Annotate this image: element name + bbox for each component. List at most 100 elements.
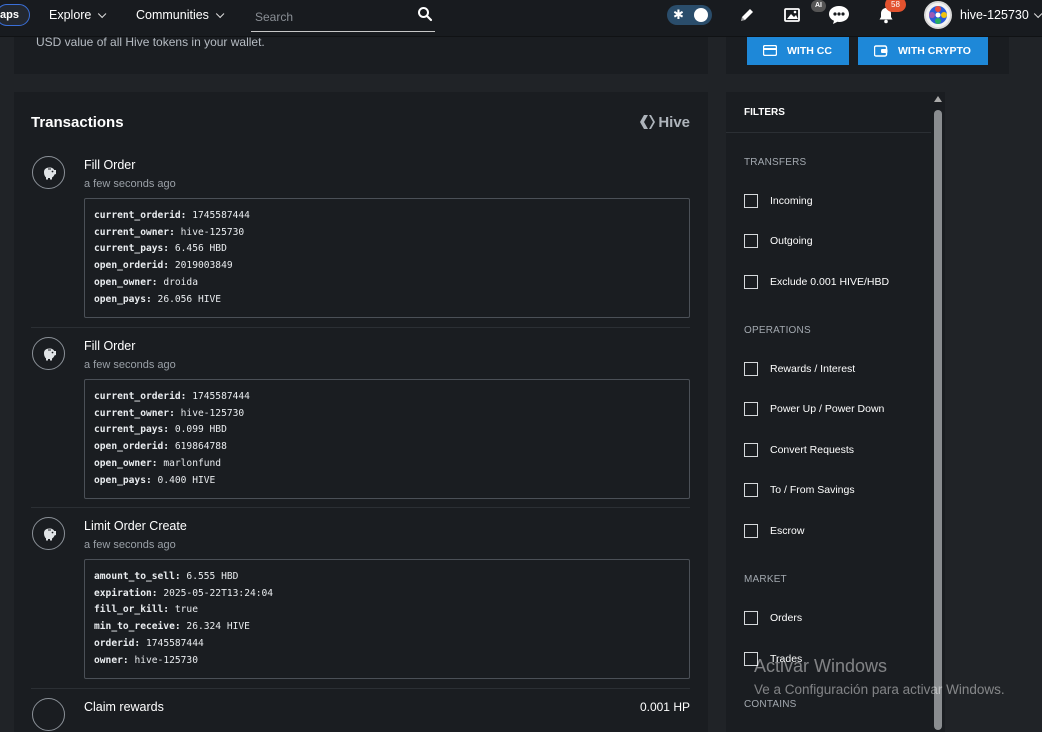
filter-label: Outgoing — [770, 235, 813, 247]
detail-key: amount_to_sell: — [94, 571, 181, 582]
chevron-down-icon — [98, 9, 107, 19]
filters-header: FILTERS — [726, 92, 931, 133]
detail-row: open_orderid: 619864788 — [94, 439, 680, 456]
filter-incoming[interactable]: Incoming — [744, 193, 924, 209]
balance-description: USD value of all Hive tokens in your wal… — [36, 35, 265, 49]
detail-value: 1745587444 — [192, 391, 250, 402]
chain-name: Hive — [658, 114, 690, 131]
transaction-time: a few seconds ago — [84, 178, 176, 190]
scrollbar-thumb[interactable] — [934, 110, 942, 730]
detail-key: current_orderid: — [94, 391, 187, 402]
username-label: hive-125730 — [960, 8, 1029, 22]
detail-value: hive-125730 — [180, 226, 245, 238]
scrollbar[interactable] — [931, 92, 945, 732]
transactions-title: Transactions — [31, 114, 124, 131]
checkbox[interactable] — [744, 483, 758, 497]
detail-key: orderid: — [94, 637, 141, 649]
detail-row: current_pays: 0.099 HBD — [94, 422, 680, 439]
windows-watermark-title: Activar Windows — [754, 656, 888, 676]
detail-value: 6.456 HBD — [174, 243, 227, 255]
filter-outgoing[interactable]: Outgoing — [744, 233, 924, 249]
avatar-image — [926, 3, 950, 27]
detail-key: current_pays: — [94, 243, 170, 255]
detail-key: current_pays: — [94, 424, 170, 436]
credit-card-icon — [763, 45, 777, 56]
communities-label: Communities — [136, 8, 209, 22]
filter-label: Escrow — [770, 525, 805, 537]
apps-button[interactable]: aps — [0, 4, 30, 26]
filter-savings[interactable]: To / From Savings — [744, 482, 924, 498]
search-box — [251, 3, 435, 32]
pencil-icon[interactable] — [738, 6, 756, 24]
search-input[interactable] — [255, 7, 405, 27]
user-menu[interactable]: hive-125730 — [960, 8, 1042, 22]
chevron-down-icon — [215, 9, 225, 19]
detail-key: current_owner: — [94, 407, 175, 419]
filter-power[interactable]: Power Up / Power Down — [744, 401, 924, 417]
transaction-details: current_orderid: 1745587444 current_owne… — [84, 379, 690, 500]
checkbox[interactable] — [744, 402, 758, 416]
filter-label: Orders — [770, 612, 803, 624]
detail-value: 0.400 HIVE — [157, 474, 216, 486]
detail-value: hive-125730 — [180, 407, 245, 419]
piggy-bank-icon — [32, 156, 65, 189]
detail-row: open_owner: marlonfund — [94, 456, 680, 473]
buy-with-cc-button[interactable]: WITH CC — [747, 37, 849, 65]
filter-label: Exclude 0.001 HIVE/HBD — [770, 276, 890, 288]
detail-value: 0.099 HBD — [174, 424, 227, 436]
hive-logo-icon — [640, 115, 656, 129]
detail-key: open_orderid: — [94, 441, 170, 453]
transaction-time: a few seconds ago — [84, 539, 176, 551]
detail-row: current_pays: 6.456 HBD — [94, 241, 680, 258]
transaction-amount: 0.001 HP — [639, 700, 690, 714]
detail-row: open_orderid: 2019003849 — [94, 258, 680, 275]
transaction-details: amount_to_sell: 6.555 HBD expiration: 20… — [84, 559, 690, 680]
filter-label: Rewards / Interest — [770, 363, 856, 375]
filter-orders[interactable]: Orders — [744, 610, 924, 626]
buy-with-crypto-button[interactable]: WITH CRYPTO — [858, 37, 988, 65]
filter-rewards[interactable]: Rewards / Interest — [744, 361, 924, 377]
detail-value: 2025-05-22T13:24:04 — [163, 587, 274, 599]
filter-exclude-small[interactable]: Exclude 0.001 HIVE/HBD — [744, 274, 924, 290]
detail-row: min_to_receive: 26.324 HIVE — [94, 619, 680, 636]
checkbox[interactable] — [744, 362, 758, 376]
detail-value: droida — [163, 276, 198, 288]
reward-icon — [32, 698, 65, 731]
transaction-time: a few seconds ago — [84, 359, 176, 371]
detail-value: 26.056 HIVE — [157, 293, 222, 305]
wallet-icon — [874, 45, 888, 57]
filters-panel: FILTERS TRANSFERS Incoming Outgoing Excl… — [726, 92, 945, 732]
checkbox[interactable] — [744, 234, 758, 248]
filter-escrow[interactable]: Escrow — [744, 523, 924, 539]
avatar[interactable] — [924, 1, 952, 29]
image-icon[interactable] — [782, 5, 802, 23]
checkbox[interactable] — [744, 443, 758, 457]
detail-value: true — [174, 604, 198, 616]
chevron-down-icon — [1033, 9, 1042, 19]
detail-row: current_owner: hive-125730 — [94, 225, 680, 242]
detail-key: owner: — [94, 654, 129, 666]
filter-label: To / From Savings — [770, 484, 855, 496]
windows-watermark-subtitle: Ve a Configuración para activar Windows. — [754, 682, 1005, 697]
detail-key: open_owner: — [94, 276, 158, 288]
checkbox[interactable] — [744, 524, 758, 538]
checkbox[interactable] — [744, 194, 758, 208]
scroll-up-arrow-icon[interactable] — [934, 96, 942, 102]
transaction-name: Claim rewards — [84, 700, 164, 714]
checkbox[interactable] — [744, 275, 758, 289]
search-icon[interactable] — [417, 6, 433, 22]
detail-value: marlonfund — [163, 457, 222, 469]
filter-convert[interactable]: Convert Requests — [744, 442, 924, 458]
detail-row: current_orderid: 1745587444 — [94, 208, 680, 225]
transaction-name: Fill Order — [84, 158, 136, 172]
detail-key: current_orderid: — [94, 210, 187, 221]
transaction-name: Fill Order — [84, 339, 136, 353]
checkbox[interactable] — [744, 611, 758, 625]
detail-row: amount_to_sell: 6.555 HBD — [94, 569, 680, 586]
detail-key: current_owner: — [94, 226, 175, 238]
chat-icon[interactable] — [827, 4, 851, 26]
divider — [31, 327, 690, 328]
explore-menu[interactable]: Explore — [49, 8, 107, 22]
theme-toggle[interactable]: ✱ — [667, 5, 712, 25]
communities-menu[interactable]: Communities — [136, 8, 225, 22]
